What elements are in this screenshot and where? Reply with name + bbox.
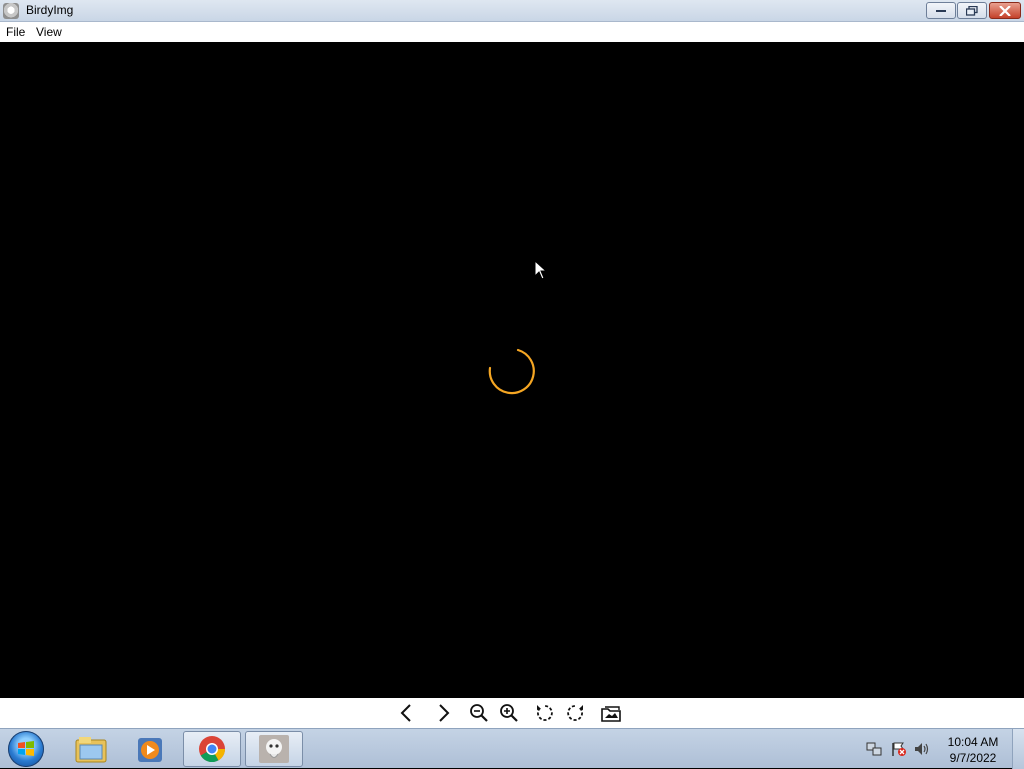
mouse-cursor-icon	[534, 260, 548, 280]
media-player-icon	[138, 738, 162, 762]
network-icon[interactable]	[866, 741, 882, 757]
menu-bar: File View	[0, 22, 1024, 42]
zoom-out-icon	[470, 704, 488, 722]
birdyimg-app-icon[interactable]	[3, 3, 19, 19]
viewer-toolbar	[0, 698, 1024, 728]
show-desktop-button[interactable]	[1012, 729, 1024, 769]
open-folder-button[interactable]	[600, 702, 622, 724]
previous-icon	[400, 704, 411, 722]
minimize-icon	[936, 9, 946, 12]
window-title: BirdyImg	[26, 3, 74, 17]
zoom-in-icon	[500, 704, 518, 722]
action-center-icon[interactable]	[891, 741, 907, 757]
rotate-right-button[interactable]	[564, 702, 586, 724]
taskbar-clock[interactable]: 10:04 AM 9/7/2022	[942, 734, 1004, 766]
menu-file[interactable]: File	[6, 25, 25, 39]
clock-time: 10:04 AM	[947, 735, 999, 749]
minimize-button[interactable]	[926, 2, 956, 19]
taskbar-chrome[interactable]	[183, 731, 241, 767]
open-folder-icon	[601, 706, 621, 722]
menu-view[interactable]: View	[36, 25, 62, 39]
zoom-in-button[interactable]	[498, 702, 520, 724]
taskbar-birdyimg[interactable]	[245, 731, 303, 767]
start-button[interactable]	[8, 731, 44, 767]
clock-date: 9/7/2022	[949, 751, 997, 765]
zoom-out-button[interactable]	[468, 702, 490, 724]
taskbar: 10:04 AM 9/7/2022	[0, 728, 1024, 769]
birdyimg-icon	[259, 735, 289, 763]
rotate-left-button[interactable]	[534, 702, 556, 724]
rotate-right-icon	[567, 705, 583, 721]
taskbar-file-explorer[interactable]	[62, 731, 120, 767]
next-icon	[439, 704, 450, 722]
title-bar: BirdyImg	[0, 0, 1024, 22]
restore-icon	[966, 5, 978, 16]
restore-button[interactable]	[957, 2, 987, 19]
next-button[interactable]	[432, 702, 454, 724]
volume-icon[interactable]	[914, 741, 930, 757]
taskbar-media-player[interactable]	[122, 731, 180, 767]
close-icon	[999, 5, 1011, 16]
rotate-left-icon	[537, 705, 553, 721]
file-explorer-icon	[75, 737, 107, 763]
close-button[interactable]	[989, 2, 1021, 19]
windows-start-icon	[18, 741, 34, 756]
loading-spinner-icon	[488, 348, 535, 395]
chrome-icon	[199, 736, 226, 763]
previous-button[interactable]	[396, 702, 418, 724]
